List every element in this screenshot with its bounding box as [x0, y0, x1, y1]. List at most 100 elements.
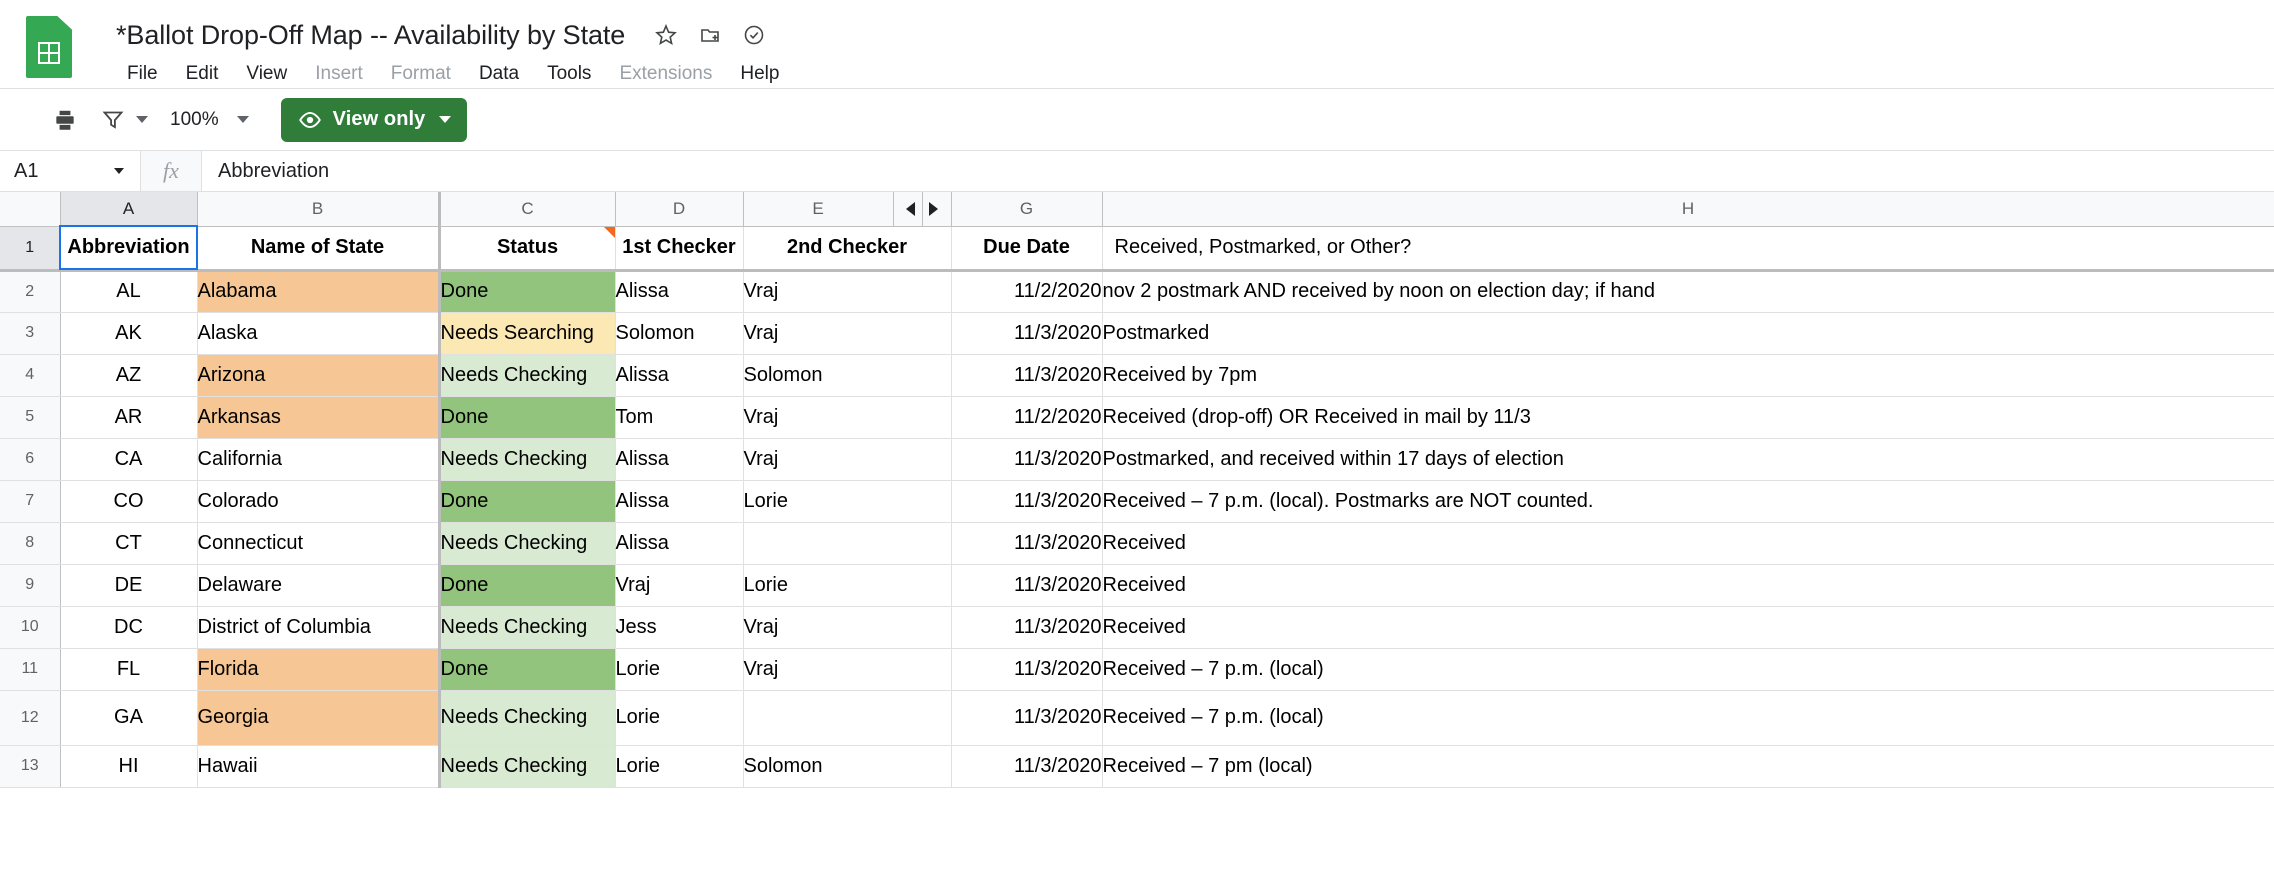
column-header-c[interactable]: C — [439, 192, 615, 226]
spreadsheet-grid[interactable]: A B C D E G H 1 Abbreviation Name of Sta… — [0, 192, 2274, 837]
cell-h9[interactable]: Received — [1102, 564, 2274, 606]
cell-b9[interactable]: Delaware — [197, 564, 439, 606]
cell-e3[interactable]: Vraj — [743, 312, 951, 354]
cell-g6[interactable]: 11/3/2020 — [951, 438, 1102, 480]
row-header-9[interactable]: 9 — [0, 564, 60, 606]
formula-input[interactable]: Abbreviation — [202, 151, 2274, 191]
move-to-folder-icon[interactable] — [697, 22, 723, 48]
menu-insert[interactable]: Insert — [301, 60, 377, 88]
view-only-caret-icon[interactable] — [439, 116, 451, 123]
cell-b10[interactable]: District of Columbia — [197, 606, 439, 648]
cell-d11[interactable]: Lorie — [615, 648, 743, 690]
cell-a8[interactable]: CT — [60, 522, 197, 564]
cell-c11[interactable]: Done — [439, 648, 615, 690]
row-header-12[interactable]: 12 — [0, 690, 60, 745]
zoom-control[interactable]: 100% — [164, 105, 255, 135]
cell-c1[interactable]: Status — [439, 226, 615, 270]
cell-e12[interactable] — [743, 690, 951, 745]
zoom-dropdown-caret-icon[interactable] — [237, 116, 249, 123]
cell-d13[interactable]: Lorie — [615, 745, 743, 787]
cell-g8[interactable]: 11/3/2020 — [951, 522, 1102, 564]
cell-h3[interactable]: Postmarked — [1102, 312, 2274, 354]
cell-h12[interactable]: Received – 7 p.m. (local) — [1102, 690, 2274, 745]
cell-h2[interactable]: nov 2 postmark AND received by noon on e… — [1102, 270, 2274, 312]
cell-c7[interactable]: Done — [439, 480, 615, 522]
table-row[interactable]: 6CACaliforniaNeeds CheckingAlissaVraj11/… — [0, 438, 2274, 480]
table-row[interactable]: 5ARArkansasDoneTomVraj11/2/2020Received … — [0, 396, 2274, 438]
cell-b2[interactable]: Alabama — [197, 270, 439, 312]
page-title[interactable]: *Ballot Drop-Off Map -- Availability by … — [116, 20, 625, 51]
row-header-8[interactable]: 8 — [0, 522, 60, 564]
cell-d5[interactable]: Tom — [615, 396, 743, 438]
cell-h7[interactable]: Received – 7 p.m. (local). Postmarks are… — [1102, 480, 2274, 522]
cell-g11[interactable]: 11/3/2020 — [951, 648, 1102, 690]
cell-h8[interactable]: Received — [1102, 522, 2274, 564]
cell-e7[interactable]: Lorie — [743, 480, 951, 522]
cell-e5[interactable]: Vraj — [743, 396, 951, 438]
cell-d6[interactable]: Alissa — [615, 438, 743, 480]
row-header-3[interactable]: 3 — [0, 312, 60, 354]
print-icon[interactable] — [44, 99, 86, 141]
cell-c4[interactable]: Needs Checking — [439, 354, 615, 396]
menu-file[interactable]: File — [113, 60, 172, 88]
cell-d2[interactable]: Alissa — [615, 270, 743, 312]
menu-view[interactable]: View — [232, 60, 301, 88]
cell-a1[interactable]: Abbreviation — [60, 226, 197, 270]
cell-g10[interactable]: 11/3/2020 — [951, 606, 1102, 648]
table-row[interactable]: 10DCDistrict of ColumbiaNeeds CheckingJe… — [0, 606, 2274, 648]
cell-h4[interactable]: Received by 7pm — [1102, 354, 2274, 396]
row-header-1[interactable]: 1 — [0, 226, 60, 270]
cell-a7[interactable]: CO — [60, 480, 197, 522]
row-header-5[interactable]: 5 — [0, 396, 60, 438]
cell-a6[interactable]: CA — [60, 438, 197, 480]
filter-dropdown-caret-icon[interactable] — [136, 116, 148, 123]
table-row[interactable]: 3AKAlaskaNeeds SearchingSolomonVraj11/3/… — [0, 312, 2274, 354]
cell-c13[interactable]: Needs Checking — [439, 745, 615, 787]
cell-g1[interactable]: Due Date — [951, 226, 1102, 270]
menu-extensions[interactable]: Extensions — [605, 60, 726, 88]
cell-b4[interactable]: Arizona — [197, 354, 439, 396]
table-row[interactable]: 12GAGeorgiaNeeds CheckingLorie11/3/2020R… — [0, 690, 2274, 745]
cell-a11[interactable]: FL — [60, 648, 197, 690]
expand-hidden-left-icon[interactable] — [906, 202, 915, 216]
column-header-h[interactable]: H — [1102, 192, 2274, 226]
table-row[interactable]: 2ALAlabamaDoneAlissaVraj11/2/2020nov 2 p… — [0, 270, 2274, 312]
filter-icon[interactable] — [92, 99, 134, 141]
cell-g5[interactable]: 11/2/2020 — [951, 396, 1102, 438]
column-header-g[interactable]: G — [951, 192, 1102, 226]
cell-g12[interactable]: 11/3/2020 — [951, 690, 1102, 745]
row-header-2[interactable]: 2 — [0, 270, 60, 312]
cell-e10[interactable]: Vraj — [743, 606, 951, 648]
cell-c6[interactable]: Needs Checking — [439, 438, 615, 480]
cell-b13[interactable]: Hawaii — [197, 745, 439, 787]
column-header-b[interactable]: B — [197, 192, 439, 226]
row-header-4[interactable]: 4 — [0, 354, 60, 396]
cell-d7[interactable]: Alissa — [615, 480, 743, 522]
table-row[interactable]: 7COColoradoDoneAlissaLorie11/3/2020Recei… — [0, 480, 2274, 522]
cell-c10[interactable]: Needs Checking — [439, 606, 615, 648]
cloud-check-icon[interactable] — [741, 22, 767, 48]
view-only-button[interactable]: View only — [281, 98, 468, 142]
cell-a3[interactable]: AK — [60, 312, 197, 354]
row-header-7[interactable]: 7 — [0, 480, 60, 522]
cell-d8[interactable]: Alissa — [615, 522, 743, 564]
cell-e9[interactable]: Lorie — [743, 564, 951, 606]
row-header-6[interactable]: 6 — [0, 438, 60, 480]
menu-tools[interactable]: Tools — [533, 60, 605, 88]
cell-c8[interactable]: Needs Checking — [439, 522, 615, 564]
cell-b7[interactable]: Colorado — [197, 480, 439, 522]
cell-b3[interactable]: Alaska — [197, 312, 439, 354]
name-box-caret-icon[interactable] — [114, 168, 124, 174]
column-header-a[interactable]: A — [60, 192, 197, 226]
menu-format[interactable]: Format — [377, 60, 465, 88]
cell-h1[interactable]: Received, Postmarked, or Other? — [1102, 226, 2274, 270]
cell-b1[interactable]: Name of State — [197, 226, 439, 270]
cell-c3[interactable]: Needs Searching — [439, 312, 615, 354]
cell-b12[interactable]: Georgia — [197, 690, 439, 745]
cell-h13[interactable]: Received – 7 pm (local) — [1102, 745, 2274, 787]
select-all-corner[interactable] — [0, 192, 60, 226]
cell-a13[interactable]: HI — [60, 745, 197, 787]
cell-c12[interactable]: Needs Checking — [439, 690, 615, 745]
row-header-10[interactable]: 10 — [0, 606, 60, 648]
table-row[interactable]: 11FLFloridaDoneLorieVraj11/3/2020Receive… — [0, 648, 2274, 690]
